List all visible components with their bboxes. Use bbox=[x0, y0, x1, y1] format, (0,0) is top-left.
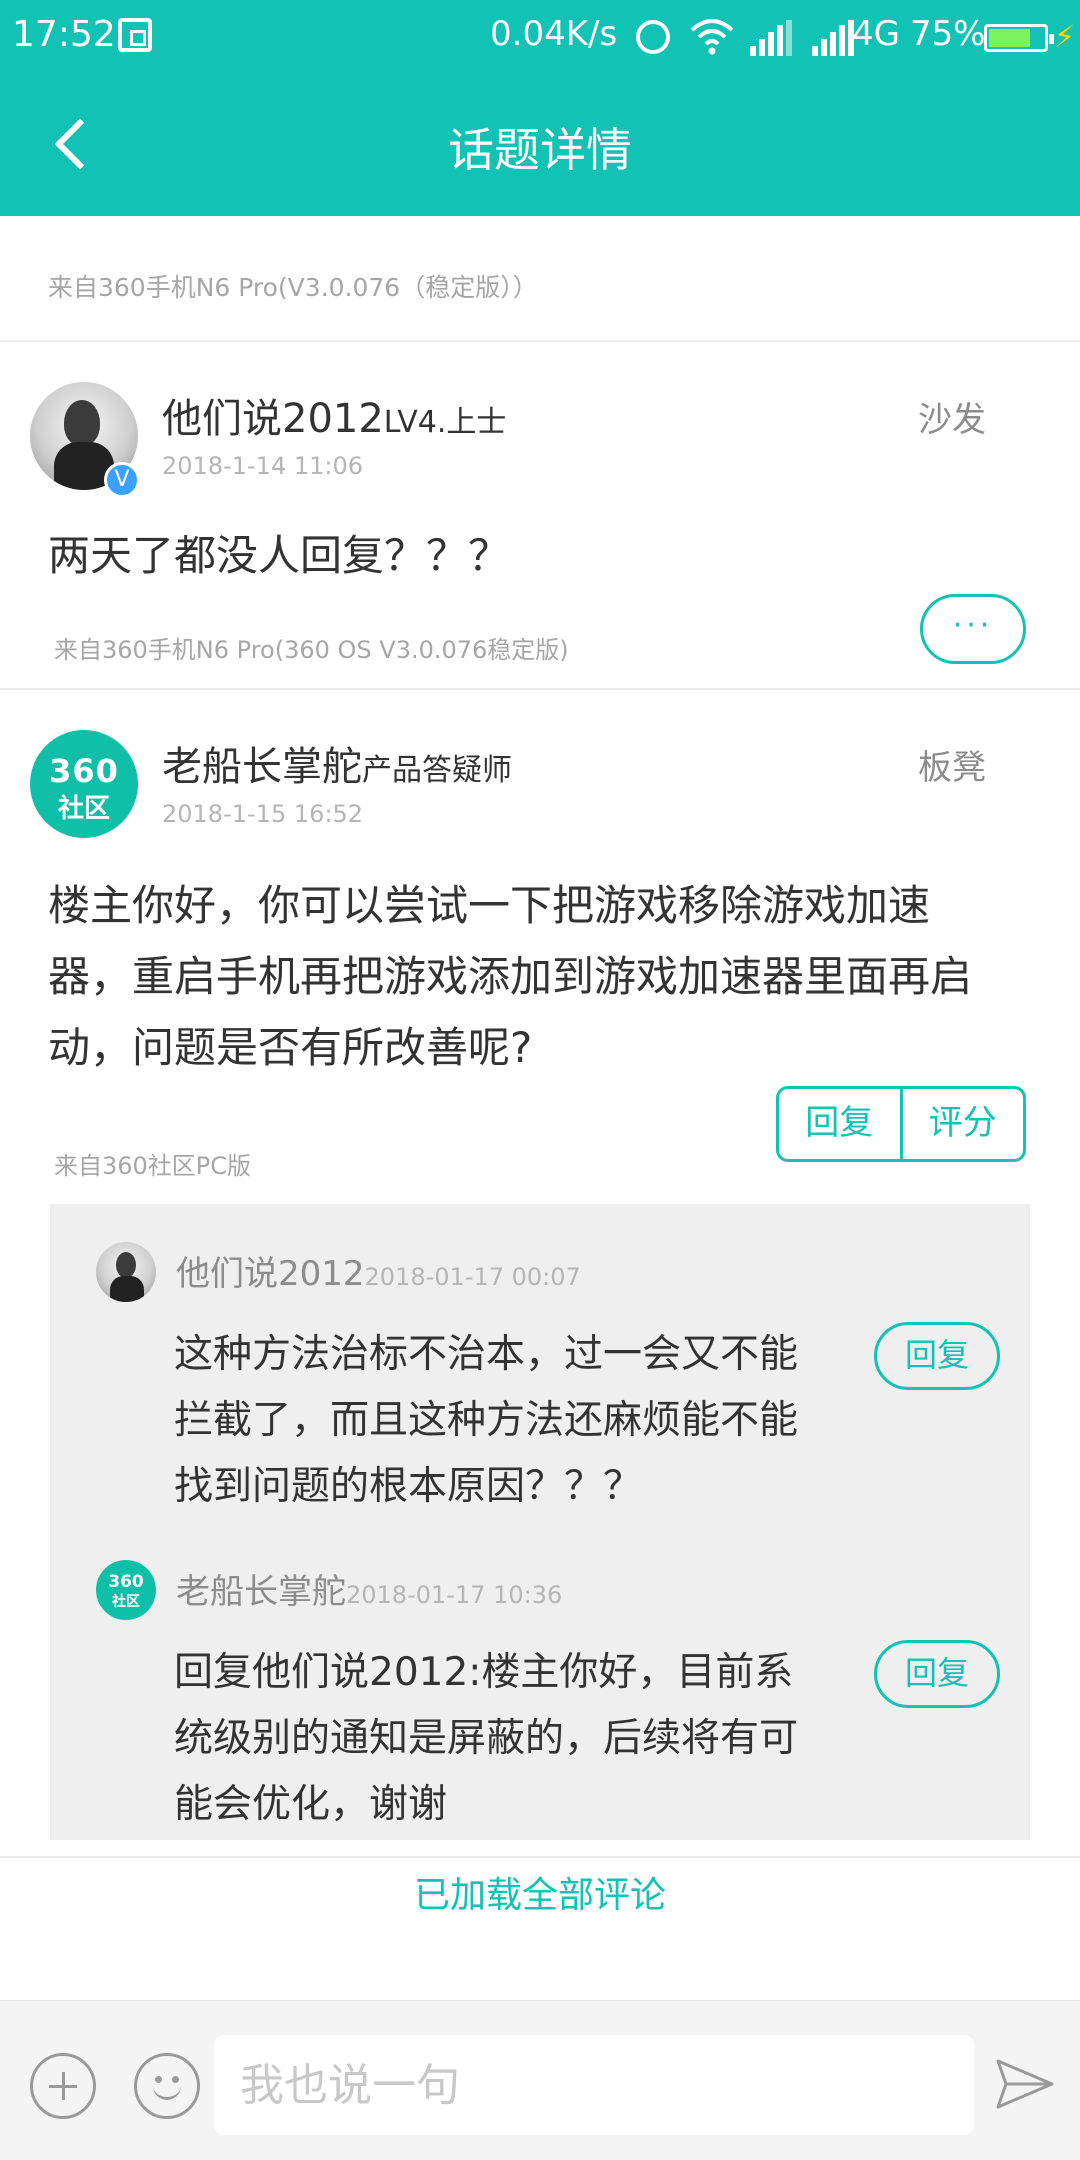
username-text: 老船长掌舵 bbox=[162, 744, 362, 790]
top-bar: 17:52 0.04K/s 4G 75% ⚡ 话题详情 bbox=[0, 0, 1080, 216]
post-content: 楼主你好，你可以尝试一下把游戏移除游戏加速器，重启手机再把游戏添加到游戏加速器里… bbox=[48, 881, 973, 1072]
reply-content: 这种方法治标不治本，过一会又不能拦截了，而且这种方法还麻烦能不能找到问题的根本原… bbox=[174, 1332, 799, 1509]
smile-icon[interactable] bbox=[134, 2053, 200, 2119]
reply-button[interactable]: 回复 bbox=[779, 1089, 903, 1159]
charging-icon: ⚡ bbox=[1054, 20, 1076, 55]
comment-input-bar bbox=[0, 2000, 1080, 2160]
signal-icon-2 bbox=[812, 20, 854, 56]
reply-username-text: 老船长掌舵 bbox=[176, 1572, 346, 1612]
post-content: 两天了都没人回复？？？ bbox=[48, 531, 511, 580]
signal-icon-1 bbox=[750, 20, 792, 56]
post-username[interactable]: 老船长掌舵产品答疑师 bbox=[162, 734, 512, 792]
avatar-face bbox=[64, 400, 100, 446]
more-options-button[interactable]: ··· bbox=[920, 594, 1026, 664]
avatar-logo-subtext: 社区 bbox=[112, 1594, 140, 1610]
plus-circle-icon[interactable] bbox=[30, 2053, 96, 2119]
status-bar: 17:52 0.04K/s 4G 75% ⚡ bbox=[0, 0, 1080, 76]
avatar-logo-text: 360 bbox=[49, 752, 119, 790]
divider bbox=[0, 340, 1080, 342]
avatar-face bbox=[116, 1252, 136, 1278]
avatar-logo-subtext: 社区 bbox=[57, 794, 110, 824]
reply-avatar[interactable] bbox=[96, 1242, 156, 1302]
post-date: 2018-1-14 11:06 bbox=[162, 452, 363, 480]
send-icon[interactable] bbox=[992, 2051, 1058, 2117]
user-title: 产品答疑师 bbox=[362, 753, 512, 788]
divider bbox=[0, 1856, 1080, 1858]
username-text: 他们说2012 bbox=[162, 396, 384, 442]
reply-username-text: 他们说2012 bbox=[176, 1254, 365, 1294]
status-time: 17:52 bbox=[12, 14, 116, 55]
user-level: LV4.上士 bbox=[383, 405, 507, 440]
post-username[interactable]: 他们说2012LV4.上士 bbox=[162, 386, 506, 444]
avatar-body bbox=[110, 1276, 144, 1302]
screenshot-icon bbox=[118, 18, 152, 52]
battery-percent: 75% bbox=[910, 14, 986, 54]
network-speed: 0.04K/s bbox=[490, 14, 618, 54]
reply-date: 2018-01-17 00:07 bbox=[364, 1263, 581, 1291]
post-device: 来自360社区PC版 bbox=[54, 1152, 252, 1180]
all-comments-loaded: 已加载全部评论 bbox=[413, 1875, 666, 1916]
floor-label: 板凳 bbox=[918, 748, 986, 788]
reply-list: 他们说20122018-01-17 00:07 这种方法治标不治本，过一会又不能… bbox=[50, 1204, 1030, 1840]
network-type: 4G bbox=[852, 14, 900, 54]
battery-fill bbox=[989, 29, 1030, 47]
post-date: 2018-1-15 16:52 bbox=[162, 800, 363, 828]
alarm-icon bbox=[636, 20, 670, 54]
topic-source: 来自360手机N6 Pro(V3.0.076（稳定版）） bbox=[48, 273, 538, 302]
reply-button[interactable]: 回复 bbox=[874, 1322, 1000, 1390]
reply-button[interactable]: 回复 bbox=[874, 1640, 1000, 1708]
reply-content: 回复他们说2012:楼主你好，目前系统级别的通知是屏蔽的，后续将有可能会优化，谢… bbox=[174, 1650, 799, 1827]
comment-input[interactable] bbox=[214, 2035, 974, 2135]
battery-icon bbox=[984, 24, 1054, 52]
avatar-logo-text: 360 bbox=[108, 1572, 144, 1592]
post-device: 来自360手机N6 Pro(360 OS V3.0.076稳定版) bbox=[54, 636, 569, 664]
wifi-icon bbox=[690, 19, 734, 55]
reply-avatar[interactable]: 360 社区 bbox=[96, 1560, 156, 1620]
reply-username[interactable]: 老船长掌舵2018-01-17 10:36 bbox=[176, 1564, 562, 1613]
app-bar: 话题详情 bbox=[0, 76, 1080, 216]
page-title: 话题详情 bbox=[448, 123, 632, 177]
rate-button[interactable]: 评分 bbox=[903, 1089, 1024, 1159]
verified-badge-icon: V bbox=[104, 462, 140, 498]
reply-username[interactable]: 他们说20122018-01-17 00:07 bbox=[176, 1246, 581, 1295]
post-actions: 回复 评分 bbox=[776, 1086, 1026, 1162]
reply-date: 2018-01-17 10:36 bbox=[346, 1581, 563, 1609]
floor-label: 沙发 bbox=[918, 400, 986, 440]
avatar[interactable]: 360 社区 bbox=[30, 730, 138, 838]
divider bbox=[0, 688, 1080, 690]
